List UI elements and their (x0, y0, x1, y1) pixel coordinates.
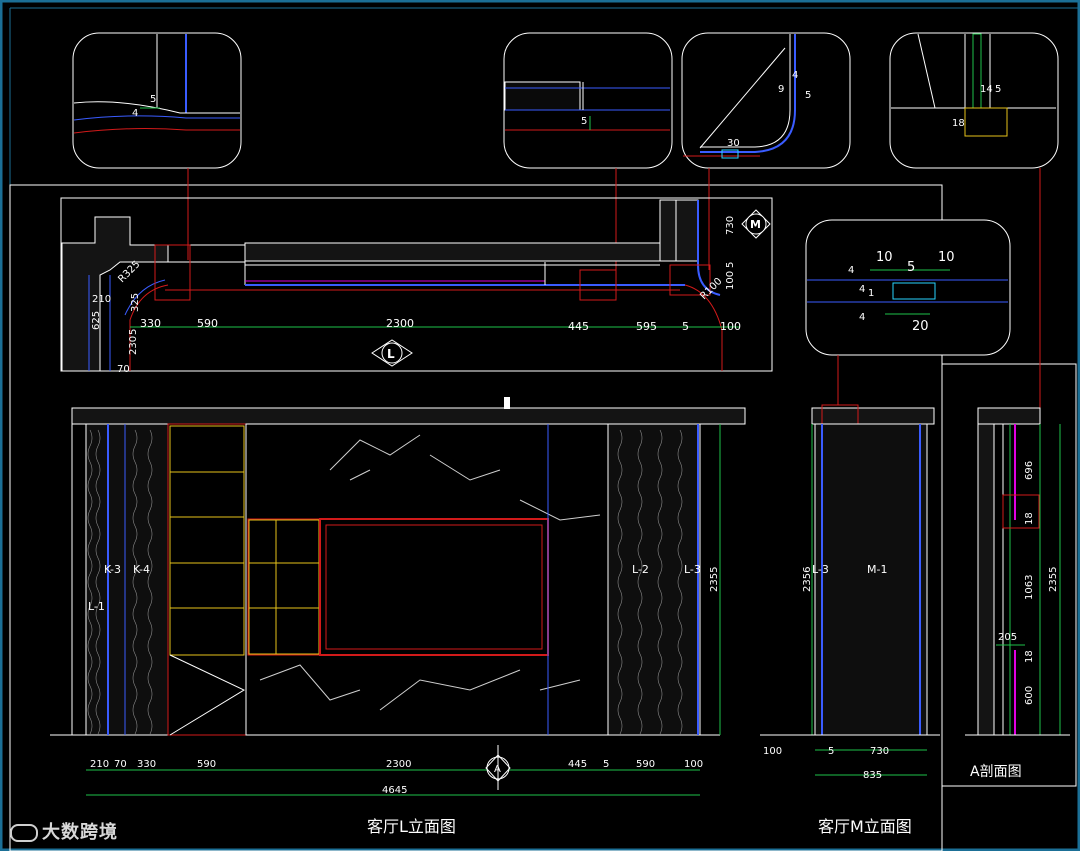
plan-dim: 330 (140, 317, 161, 330)
plan-dim: 625 (91, 311, 102, 330)
plan-dim: 325 (130, 293, 141, 312)
shelf-unit (167, 423, 247, 736)
detail-3-dim: 30 (727, 138, 740, 149)
marker-label: M (750, 218, 761, 231)
watermark-text: 大数跨境 (42, 822, 118, 843)
elevation-M-title: 客厅M立面图 (818, 817, 912, 836)
detail-5-dim: 4 (859, 312, 865, 323)
elevation-L-dim: 445 (568, 759, 587, 770)
elevation-L (50, 397, 746, 796)
wavy-panel-M (814, 423, 928, 736)
detail-2-dim: 5 (581, 116, 587, 127)
elevation-L-dim: 590 (636, 759, 655, 770)
plan-dim: 230 (128, 336, 139, 355)
tag-K4: K-4 (133, 563, 150, 576)
marker-label: A (494, 764, 501, 775)
plan-dim: 730 (725, 216, 736, 235)
section-A-dim: 696 (1024, 461, 1035, 480)
detail-5-dim: 5 (907, 260, 915, 275)
elevation-L-dim: 210 (90, 759, 109, 770)
detail-5-dim: 4 (848, 265, 854, 276)
section-A-dim: 1063 (1024, 575, 1035, 600)
tag-L1: L-1 (88, 600, 105, 613)
detail-5-dim: 20 (912, 319, 929, 334)
detail-bubble-5: 10 5 10 4 4 1 4 20 (805, 219, 1011, 356)
elevation-L-title: 客厅L立面图 (367, 817, 456, 836)
plan-dim: R100 (698, 276, 724, 302)
elevation-M-dim: 730 (870, 746, 889, 757)
plan-view (60, 197, 773, 372)
elevation-L-dim: 70 (114, 759, 127, 770)
detail-1-dim: 5 (150, 94, 156, 105)
elevation-L-total: 4645 (382, 785, 407, 796)
elevation-L-dim: 5 (603, 759, 609, 770)
section-A-dim: 600 (1024, 686, 1035, 705)
detail-bubble-4: 14 5 18 (889, 32, 1059, 169)
watermark: 大数跨境 (10, 818, 118, 844)
watermark-logo-icon (10, 824, 38, 842)
marble-wall (245, 423, 609, 736)
detail-4-dim: 18 (952, 118, 965, 129)
elevation-M-height: 2356 (802, 567, 813, 592)
cad-drawing: 5 4 5 4 9 5 30 14 5 18 10 5 10 4 4 1 4 2… (0, 0, 1080, 851)
plan-dim: 2300 (386, 317, 414, 330)
plan-dim: 5 (682, 320, 689, 333)
tag-M1: M-1 (867, 563, 887, 576)
tag-L3: L-3 (684, 563, 701, 576)
elevation-M-dim: 5 (828, 746, 834, 757)
section-A-height: 2355 (1048, 567, 1059, 592)
section-A-dim: 18 (1024, 650, 1035, 663)
plan-dim: 5 (128, 329, 139, 335)
detail-4-dim: 14 (980, 84, 993, 95)
view-marker-A: A (485, 745, 511, 790)
plan-dim: 5 (725, 262, 736, 268)
elevation-L-dim: 330 (137, 759, 156, 770)
section-A-title: A剖面图 (970, 764, 1022, 780)
detail-3-dim: 4 (792, 70, 798, 81)
plan-dim: 100 (725, 271, 736, 290)
elevation-M-dim: 100 (763, 746, 782, 757)
detail-bubble-1: 5 4 (72, 32, 242, 169)
plan-dim: 100 (720, 320, 741, 333)
elevation-L-dim: 590 (197, 759, 216, 770)
detail-4-dim: 5 (995, 84, 1001, 95)
section-A-dim: 18 (1024, 512, 1035, 525)
elevation-L-height: 2355 (709, 567, 720, 592)
elevation-M-total: 835 (863, 770, 882, 781)
tag-K3: K-3 (104, 563, 121, 576)
elevation-M (760, 404, 940, 776)
detail-bubble-2: 5 (503, 32, 673, 169)
plan-dim: 590 (197, 317, 218, 330)
detail-5-dim: 1 (868, 288, 874, 299)
detail-5-dim: 10 (938, 250, 955, 265)
view-marker-L: L (371, 339, 413, 367)
detail-3-dim: 5 (805, 90, 811, 101)
detail-3-dim: 9 (778, 84, 784, 95)
wavy-panel-left (85, 423, 169, 736)
plan-dim: 445 (568, 320, 589, 333)
plan-dim: 210 (92, 294, 111, 305)
elevation-L-dim: 100 (684, 759, 703, 770)
section-A-dim-inner: 205 (998, 632, 1017, 643)
detail-1-dim: 4 (132, 108, 138, 119)
tag-M-L3: L-3 (812, 563, 829, 576)
plan-dim: 70 (117, 364, 130, 375)
marker-label: L (387, 347, 395, 361)
plan-dim: 595 (636, 320, 657, 333)
detail-5-dim: 4 (859, 284, 865, 295)
tag-L2: L-2 (632, 563, 649, 576)
detail-bubble-3: 4 9 5 30 (681, 32, 851, 169)
view-marker-M: M (741, 209, 771, 239)
plan-dim: R325 (116, 259, 142, 285)
elevation-L-dim: 2300 (386, 759, 411, 770)
detail-5-dim: 10 (876, 250, 893, 265)
